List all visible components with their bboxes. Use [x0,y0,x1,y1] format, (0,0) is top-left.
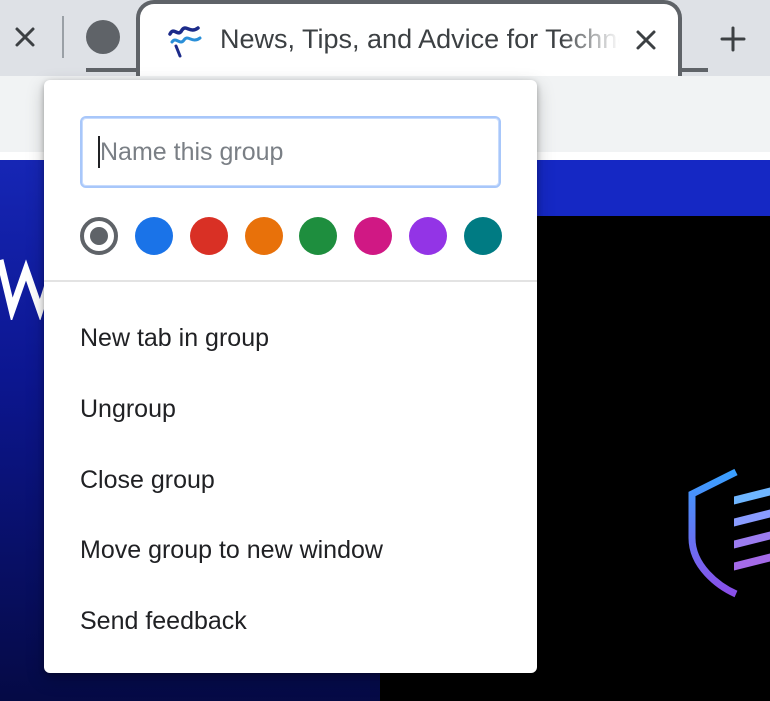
color-swatch-pink[interactable] [354,217,392,255]
plus-icon [720,26,746,52]
color-swatch-purple[interactable] [409,217,447,255]
active-tab[interactable]: News, Tips, and Advice for Technology Pr… [136,0,682,80]
tab-close-button[interactable] [630,24,662,56]
menu-item-close-group[interactable]: Close group [44,447,537,513]
tab-group-underline-end [678,68,708,72]
close-icon [15,27,35,47]
text-caret [98,136,100,168]
site-favicon-icon [168,26,202,58]
menu-item-ungroup[interactable]: Ungroup [44,376,537,442]
color-swatch-cyan[interactable] [464,217,502,255]
tab-strip: News, Tips, and Advice for Technology Pr… [0,0,770,80]
color-swatch-blue[interactable] [135,217,173,255]
group-name-input[interactable] [80,116,501,188]
group-color-picker [80,217,504,257]
color-swatch-yellow[interactable] [245,217,283,255]
popup-divider [44,280,537,282]
previous-tab-close-icon[interactable] [10,22,40,52]
tab-title: News, Tips, and Advice for Technology Pr… [220,24,620,54]
color-swatch-red[interactable] [190,217,228,255]
menu-item-send-feedback[interactable]: Send feedback [44,588,537,654]
color-swatch-grey[interactable] [80,217,118,255]
menu-item-move-group-to-new-window[interactable]: Move group to new window [44,517,537,583]
tab-group-editor-popup: New tab in group Ungroup Close group Mov… [44,80,537,673]
color-swatch-green[interactable] [299,217,337,255]
tab-separator [62,16,64,58]
menu-item-new-tab-in-group[interactable]: New tab in group [44,305,537,371]
new-tab-button[interactable] [714,20,752,58]
shield-logo-icon [688,468,770,598]
tab-group-underline [86,68,136,72]
tab-group-dot-icon[interactable] [86,20,120,54]
close-icon [636,30,656,50]
